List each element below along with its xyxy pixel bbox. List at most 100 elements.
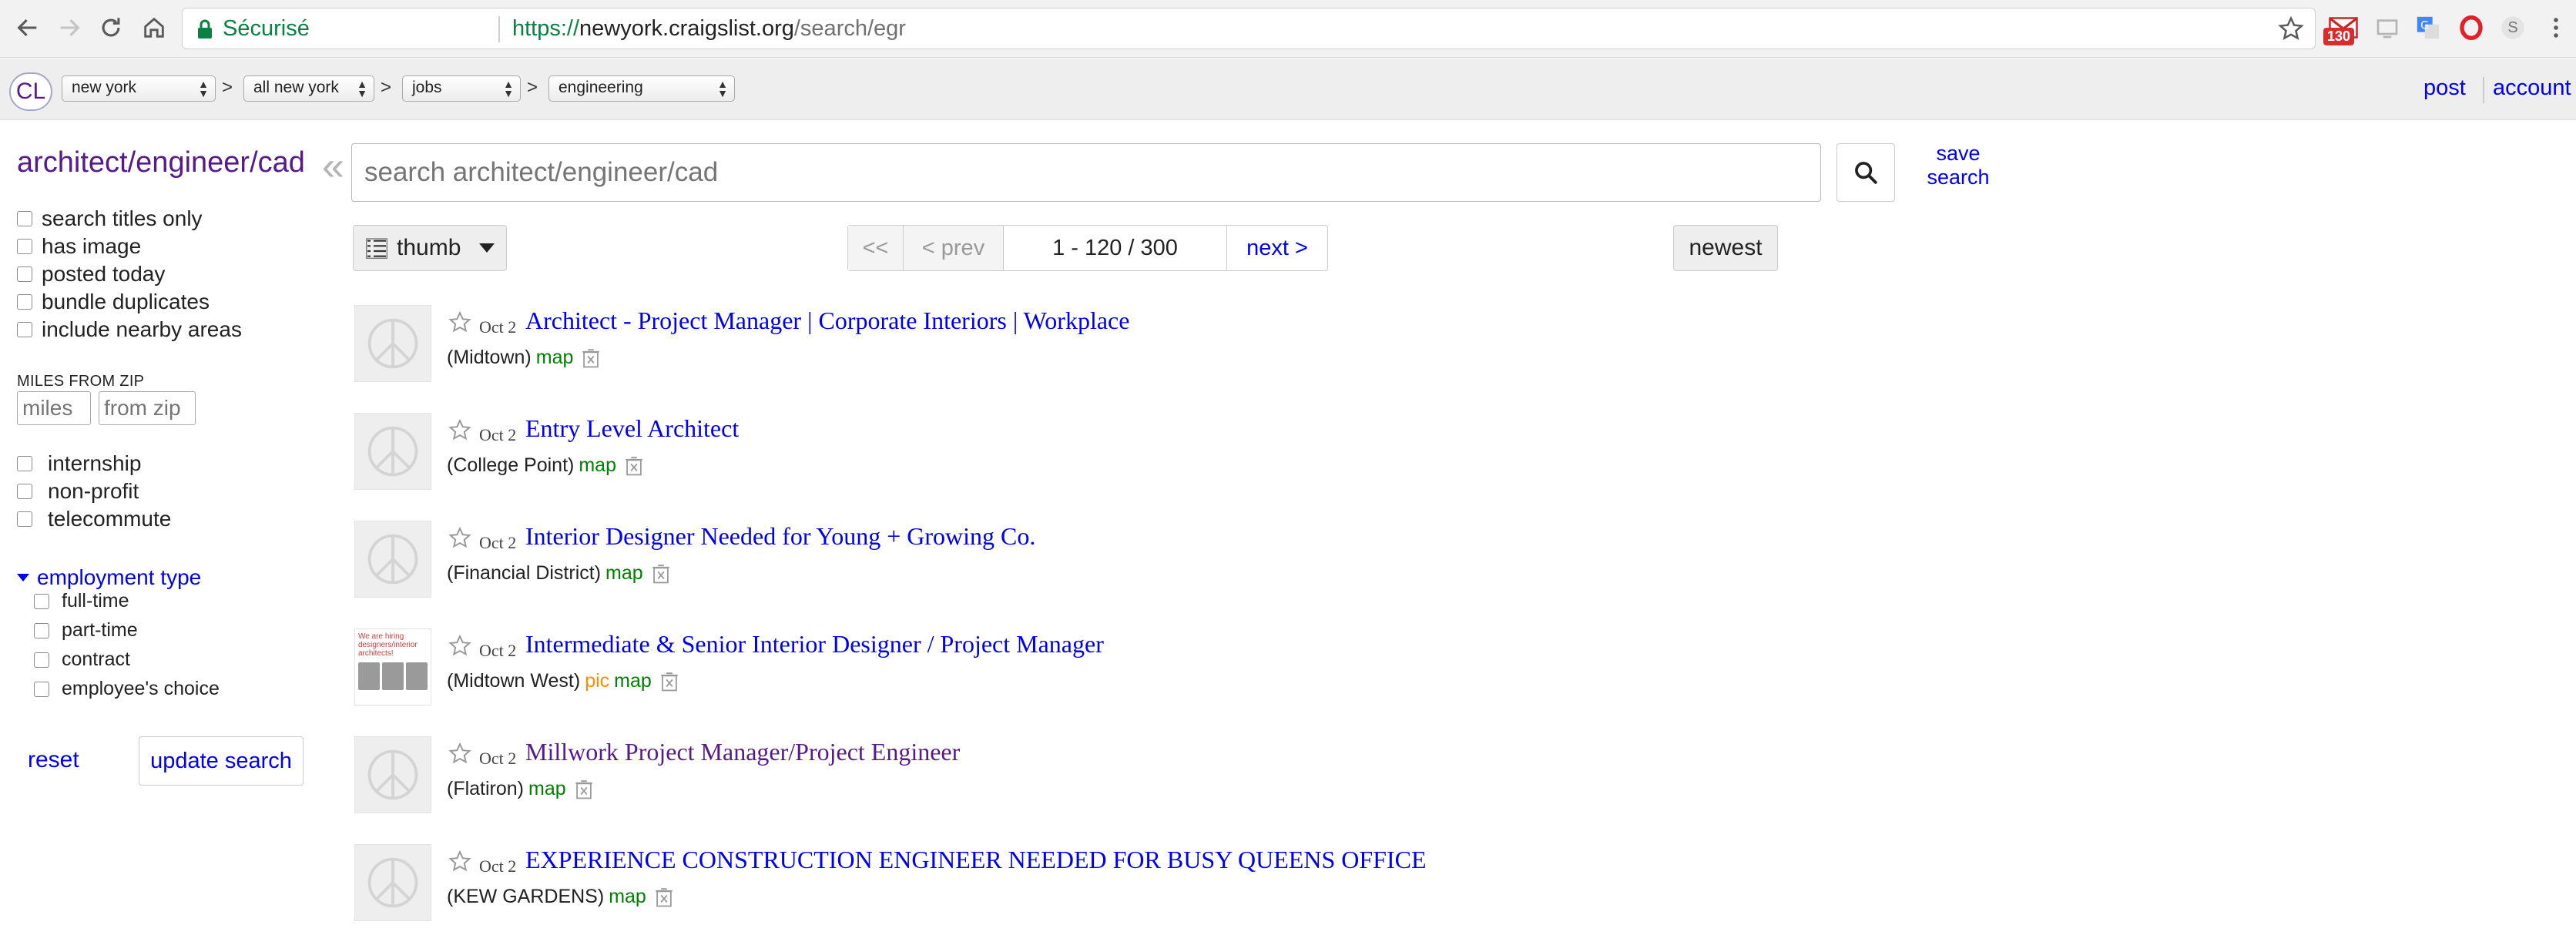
filter-search-titles-only[interactable]: search titles only	[17, 206, 203, 231]
miles-input[interactable]	[17, 391, 91, 425]
save-search-link[interactable]: save search	[1926, 142, 1991, 189]
checkbox[interactable]	[17, 511, 32, 527]
employment-part-time[interactable]: part-time	[34, 619, 138, 642]
result-row: Oct 2 Interior Designer Needed for Young…	[354, 521, 2203, 599]
back-icon[interactable]	[9, 9, 46, 46]
hide-posting-icon[interactable]	[659, 671, 679, 692]
region-select[interactable]: new york ▲ ▼	[62, 75, 216, 102]
employment-type-toggle[interactable]: employment type	[17, 565, 201, 590]
address-bar[interactable]: Sécurisé https://newyork.craigslist.org/…	[182, 8, 2316, 49]
filter-non-profit[interactable]: non-profit	[17, 479, 139, 504]
bookmark-star-icon[interactable]	[2276, 15, 2306, 44]
account-link[interactable]: account	[2493, 75, 2571, 101]
filter-label: non-profit	[48, 479, 139, 503]
prev-page-button[interactable]: < prev	[904, 226, 1004, 270]
filter-label: full-time	[62, 590, 129, 612]
category-select[interactable]: jobs ▲ ▼	[402, 75, 521, 102]
update-search-button[interactable]: update search	[139, 736, 304, 786]
listing-thumbnail-image[interactable]: We are hiring designers/interior archite…	[354, 628, 431, 705]
checkbox[interactable]	[17, 456, 32, 471]
hide-posting-icon[interactable]	[581, 347, 601, 369]
checkbox[interactable]	[17, 239, 32, 254]
map-link[interactable]: map	[536, 347, 574, 369]
favorite-star-icon[interactable]	[447, 741, 473, 767]
hide-posting-icon[interactable]	[654, 886, 674, 908]
reset-link[interactable]: reset	[28, 747, 79, 773]
result-title-link[interactable]: EXPERIENCE CONSTRUCTION ENGINEER NEEDED …	[525, 846, 1427, 874]
hide-posting-icon[interactable]	[574, 779, 594, 800]
view-mode-label: thumb	[397, 235, 461, 260]
first-page-button[interactable]: <<	[848, 226, 904, 270]
checkbox[interactable]	[17, 211, 32, 226]
collapse-sidebar-icon[interactable]: «	[322, 146, 344, 186]
thumbnail-placeholder[interactable]	[354, 736, 431, 813]
filter-posted-today[interactable]: posted today	[17, 262, 165, 287]
filter-telecommute[interactable]: telecommute	[17, 507, 171, 531]
subcategory-select-value: engineering	[558, 79, 643, 96]
favorite-star-icon[interactable]	[447, 849, 473, 875]
map-link[interactable]: map	[609, 886, 646, 908]
url-text: https://newyork.craigslist.org/search/eg…	[512, 16, 906, 42]
employment-contract[interactable]: contract	[34, 648, 130, 671]
employment-full-time[interactable]: full-time	[34, 590, 129, 612]
subarea-select[interactable]: all new york ▲ ▼	[243, 75, 374, 102]
thumbnail-placeholder[interactable]	[354, 844, 431, 921]
filter-include-nearby-areas[interactable]: include nearby areas	[17, 317, 242, 342]
result-title-link[interactable]: Interior Designer Needed for Young + Gro…	[525, 522, 1035, 551]
result-meta: (Midtown) map	[447, 347, 601, 369]
cast-icon[interactable]	[2370, 11, 2404, 45]
thumbnail-placeholder[interactable]	[354, 413, 431, 490]
result-title-link[interactable]: Entry Level Architect	[525, 414, 739, 443]
search-button[interactable]	[1836, 143, 1895, 202]
favorite-star-icon[interactable]	[447, 525, 473, 551]
craigslist-logo[interactable]: CL	[9, 72, 52, 111]
checkbox[interactable]	[17, 266, 32, 282]
result-title-link[interactable]: Millwork Project Manager/Project Enginee…	[525, 738, 960, 766]
filter-bundle-duplicates[interactable]: bundle duplicates	[17, 290, 210, 314]
sort-dropdown[interactable]: newest	[1673, 225, 1778, 271]
profile-avatar[interactable]: S	[2496, 11, 2530, 45]
map-link[interactable]: map	[605, 562, 643, 585]
thumbnail-placeholder[interactable]	[354, 521, 431, 598]
favorite-star-icon[interactable]	[447, 310, 473, 336]
thumbnail-placeholder[interactable]	[354, 305, 431, 382]
translate-icon[interactable]: G	[2411, 11, 2445, 45]
view-mode-dropdown[interactable]: thumb	[353, 225, 507, 271]
checkbox[interactable]	[17, 294, 32, 310]
checkbox[interactable]	[17, 484, 32, 499]
post-link[interactable]: post	[2423, 75, 2466, 101]
employment-employees-choice[interactable]: employee's choice	[34, 678, 220, 700]
zip-input[interactable]	[99, 391, 196, 425]
checkbox[interactable]	[34, 622, 49, 638]
forward-icon[interactable]	[51, 9, 88, 46]
map-link[interactable]: map	[528, 778, 566, 800]
checkbox[interactable]	[34, 681, 49, 697]
hide-posting-icon[interactable]	[624, 455, 644, 477]
checkbox[interactable]	[17, 322, 32, 337]
home-icon[interactable]	[136, 9, 173, 46]
map-link[interactable]: map	[614, 670, 652, 692]
search-input[interactable]	[351, 143, 1821, 202]
subcategory-select[interactable]: engineering ▲ ▼	[548, 75, 735, 102]
result-title-link[interactable]: Intermediate & Senior Interior Designer …	[525, 630, 1104, 659]
filter-internship[interactable]: internship	[17, 451, 141, 476]
browser-menu-icon[interactable]	[2539, 11, 2573, 45]
hide-posting-icon[interactable]	[651, 563, 671, 585]
opera-vpn-icon[interactable]	[2454, 11, 2488, 45]
next-page-button[interactable]: next >	[1227, 226, 1327, 270]
map-link[interactable]: map	[579, 454, 616, 477]
header-divider	[2483, 77, 2484, 103]
result-title-link[interactable]: Architect - Project Manager | Corporate …	[525, 307, 1129, 335]
checkbox[interactable]	[34, 652, 49, 668]
secure-label: Sécurisé	[223, 16, 310, 41]
subarea-select-value: all new york	[253, 79, 339, 96]
reload-icon[interactable]	[92, 9, 129, 46]
favorite-star-icon[interactable]	[447, 633, 473, 659]
favorite-star-icon[interactable]	[447, 417, 473, 444]
filter-label: posted today	[42, 262, 166, 286]
checkbox[interactable]	[34, 593, 49, 609]
result-meta: (College Point) map	[447, 454, 644, 477]
filter-label: part-time	[62, 619, 138, 641]
filter-label: has image	[42, 234, 142, 258]
filter-has-image[interactable]: has image	[17, 234, 141, 259]
